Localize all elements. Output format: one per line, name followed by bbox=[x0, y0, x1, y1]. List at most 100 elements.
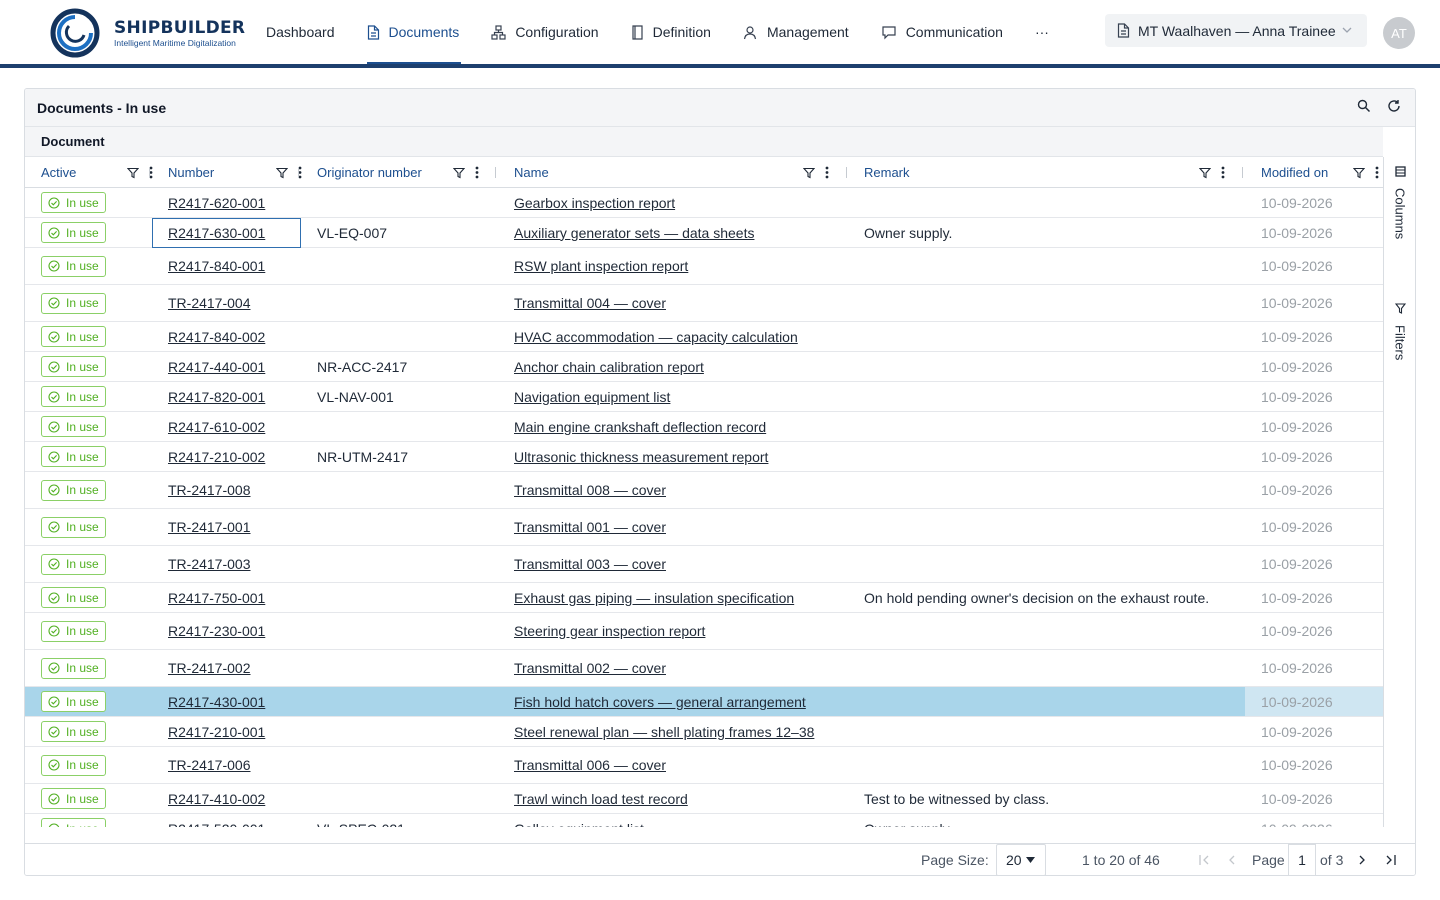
document-name-link[interactable]: Transmittal 006 — cover bbox=[514, 757, 666, 773]
table-row[interactable]: In use R2417-620-001 Gearbox inspection re… bbox=[25, 188, 1383, 218]
nav-configuration[interactable]: Configuration bbox=[475, 0, 614, 64]
document-number-link[interactable]: R2417-210-001 bbox=[168, 724, 265, 740]
search-icon[interactable] bbox=[1357, 99, 1371, 118]
columns-tab[interactable]: Columns bbox=[1384, 165, 1415, 239]
document-name-link[interactable]: Transmittal 008 — cover bbox=[514, 482, 666, 498]
table-row[interactable]: In use R2417-410-002 Trawl winch load test… bbox=[25, 784, 1383, 814]
document-name-link[interactable]: Navigation equipment list bbox=[514, 389, 670, 405]
table-row[interactable]: In use TR-2417-006 Transmittal 006 — cover… bbox=[25, 747, 1383, 784]
table-row[interactable]: In use R2417-520-001 VL-SPEC-021 Galley equ… bbox=[25, 814, 1383, 827]
table-row[interactable]: In use R2417-630-001 VL-EQ-007 Auxiliary ge… bbox=[25, 218, 1383, 248]
next-page-icon[interactable] bbox=[1359, 844, 1366, 875]
document-number-link[interactable]: TR-2417-004 bbox=[168, 295, 251, 311]
column-resize-handle[interactable] bbox=[846, 167, 847, 178]
column-header-active[interactable]: Active bbox=[41, 157, 153, 188]
column-header-remark[interactable]: Remark bbox=[864, 157, 1225, 188]
document-name-link[interactable]: Transmittal 003 — cover bbox=[514, 556, 666, 572]
column-resize-handle[interactable] bbox=[298, 167, 299, 178]
last-page-icon[interactable] bbox=[1385, 844, 1396, 875]
table-row[interactable]: In use TR-2417-001 Transmittal 001 — cover… bbox=[25, 509, 1383, 546]
first-page-icon[interactable] bbox=[1199, 844, 1210, 875]
column-menu-icon[interactable] bbox=[1221, 166, 1225, 179]
document-number-link[interactable]: R2417-520-001 bbox=[168, 821, 265, 828]
document-name-link[interactable]: Steering gear inspection report bbox=[514, 623, 705, 639]
column-resize-handle[interactable] bbox=[495, 167, 496, 178]
document-number-link[interactable]: R2417-430-001 bbox=[168, 694, 265, 710]
document-name-link[interactable]: Main engine crankshaft deflection record bbox=[514, 419, 766, 435]
previous-page-icon[interactable] bbox=[1228, 844, 1235, 875]
table-row[interactable]: In use R2417-210-001 Steel renewal plan — … bbox=[25, 717, 1383, 747]
vessel-selector[interactable]: MT Waalhaven — Anna Trainee bbox=[1105, 14, 1367, 47]
column-resize-handle[interactable] bbox=[1242, 167, 1243, 178]
filter-icon[interactable] bbox=[1353, 167, 1365, 179]
document-name-link[interactable]: Ultrasonic thickness measurement report bbox=[514, 449, 768, 465]
user-avatar[interactable]: AT bbox=[1383, 17, 1415, 49]
document-name-link[interactable]: Fish hold hatch covers — general arrange… bbox=[514, 694, 806, 710]
document-number-link[interactable]: R2417-440-001 bbox=[168, 359, 265, 375]
nav-more-button[interactable]: ··· bbox=[1019, 0, 1065, 64]
document-number-link[interactable]: R2417-230-001 bbox=[168, 623, 265, 639]
document-number-link[interactable]: R2417-610-002 bbox=[168, 419, 265, 435]
table-row[interactable]: In use R2417-210-002 NR-UTM-2417 Ultrasonic… bbox=[25, 442, 1383, 472]
filter-icon[interactable] bbox=[276, 167, 288, 179]
document-number-link[interactable]: R2417-210-002 bbox=[168, 449, 265, 465]
column-menu-icon[interactable] bbox=[825, 166, 829, 179]
table-row[interactable]: In use R2417-840-002 HVAC accommodation — … bbox=[25, 322, 1383, 352]
document-number-link[interactable]: R2417-840-001 bbox=[168, 258, 265, 274]
document-number-link[interactable]: TR-2417-008 bbox=[168, 482, 251, 498]
nav-management[interactable]: Management bbox=[727, 0, 865, 64]
brand-logo[interactable]: SHIPBUILDER Intelligent Maritime Digital… bbox=[50, 8, 245, 58]
document-name-link[interactable]: RSW plant inspection report bbox=[514, 258, 688, 274]
document-number-link[interactable]: TR-2417-006 bbox=[168, 757, 251, 773]
document-number-link[interactable]: TR-2417-003 bbox=[168, 556, 251, 572]
column-menu-icon[interactable] bbox=[1375, 166, 1379, 179]
document-name-link[interactable]: Trawl winch load test record bbox=[514, 791, 688, 807]
document-name-link[interactable]: Exhaust gas piping — insulation specific… bbox=[514, 590, 794, 606]
refresh-icon[interactable] bbox=[1387, 99, 1401, 118]
column-menu-icon[interactable] bbox=[475, 166, 479, 179]
document-name-link[interactable]: Gearbox inspection report bbox=[514, 195, 675, 211]
nav-documents[interactable]: Documents bbox=[351, 0, 476, 64]
column-header-modified[interactable]: Modified on bbox=[1261, 157, 1379, 188]
document-name-link[interactable]: Transmittal 004 — cover bbox=[514, 295, 666, 311]
document-number-link[interactable]: R2417-840-002 bbox=[168, 329, 265, 345]
table-row[interactable]: In use R2417-610-002 Main engine crankshaf… bbox=[25, 412, 1383, 442]
column-header-originator[interactable]: Originator number bbox=[317, 157, 479, 188]
document-name-link[interactable]: Galley equipment list bbox=[514, 821, 644, 828]
filters-tab[interactable]: Filters bbox=[1384, 302, 1415, 360]
nav-dashboard[interactable]: Dashboard bbox=[250, 0, 351, 64]
filter-icon[interactable] bbox=[1199, 167, 1211, 179]
column-header-number[interactable]: Number bbox=[168, 157, 302, 188]
table-row[interactable]: In use TR-2417-008 Transmittal 008 — cover… bbox=[25, 472, 1383, 509]
column-resize-handle[interactable] bbox=[149, 167, 150, 178]
page-size-select[interactable]: 20 bbox=[996, 844, 1046, 875]
document-number-link[interactable]: R2417-410-002 bbox=[168, 791, 265, 807]
document-name-link[interactable]: Steel renewal plan — shell plating frame… bbox=[514, 724, 814, 740]
table-row[interactable]: In use R2417-440-001 NR-ACC-2417 Anchor cha… bbox=[25, 352, 1383, 382]
filter-icon[interactable] bbox=[127, 167, 139, 179]
document-name-link[interactable]: Transmittal 002 — cover bbox=[514, 660, 666, 676]
column-header-name[interactable]: Name bbox=[514, 157, 829, 188]
nav-communication[interactable]: Communication bbox=[865, 0, 1019, 64]
table-row[interactable]: In use R2417-820-001 VL-NAV-001 Navigation … bbox=[25, 382, 1383, 412]
document-number-link[interactable]: R2417-750-001 bbox=[168, 590, 265, 606]
table-row[interactable]: In use TR-2417-004 Transmittal 004 — cover… bbox=[25, 285, 1383, 322]
document-name-link[interactable]: Anchor chain calibration report bbox=[514, 359, 704, 375]
table-row[interactable]: In use R2417-430-001 Fish hold hatch cover… bbox=[25, 687, 1383, 717]
document-name-link[interactable]: Auxiliary generator sets — data sheets bbox=[514, 225, 754, 241]
nav-definition[interactable]: Definition bbox=[615, 0, 727, 64]
table-row[interactable]: In use R2417-840-001 RSW plant inspection … bbox=[25, 248, 1383, 285]
filter-icon[interactable] bbox=[803, 167, 815, 179]
document-name-link[interactable]: HVAC accommodation — capacity calculatio… bbox=[514, 329, 798, 345]
document-number-link[interactable]: R2417-620-001 bbox=[168, 195, 265, 211]
document-number-link[interactable]: TR-2417-001 bbox=[168, 519, 251, 535]
table-row[interactable]: In use TR-2417-002 Transmittal 002 — cover… bbox=[25, 650, 1383, 687]
document-number-link[interactable]: TR-2417-002 bbox=[168, 660, 251, 676]
filter-icon[interactable] bbox=[453, 167, 465, 179]
table-row[interactable]: In use TR-2417-003 Transmittal 003 — cover… bbox=[25, 546, 1383, 583]
current-page-input[interactable]: 1 bbox=[1288, 844, 1316, 875]
document-name-link[interactable]: Transmittal 001 — cover bbox=[514, 519, 666, 535]
document-number-link[interactable]: R2417-820-001 bbox=[168, 389, 265, 405]
table-row[interactable]: In use R2417-750-001 Exhaust gas piping — … bbox=[25, 583, 1383, 613]
table-row[interactable]: In use R2417-230-001 Steering gear inspect… bbox=[25, 613, 1383, 650]
